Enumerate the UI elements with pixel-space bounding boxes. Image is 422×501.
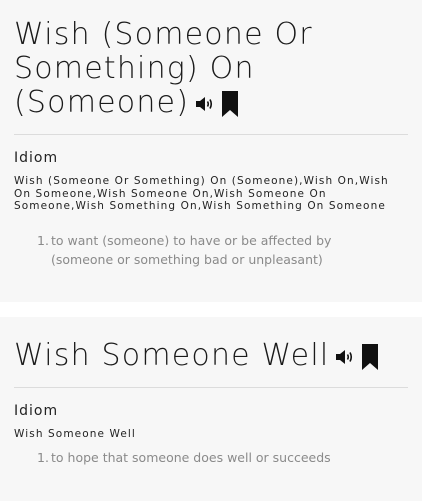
bookmark-icon[interactable]	[361, 343, 379, 370]
headword-text: Wish (Someone Or Something) On (Someone)	[14, 17, 313, 120]
divider	[14, 134, 408, 135]
entry-card: Wish (Someone Or Something) On (Someone)…	[0, 0, 422, 302]
part-of-speech-label: Idiom	[14, 403, 59, 419]
sense-item: 1. to want (someone) to have or be affec…	[37, 231, 392, 269]
variant-forms: Wish (Someone Or Something) On (Someone)…	[14, 175, 389, 212]
sense-number: 1.	[37, 450, 49, 465]
headword-block: Wish Someone Well	[14, 339, 408, 373]
headword-block: Wish (Someone Or Something) On (Someone)	[14, 18, 408, 120]
bookmark-icon[interactable]	[221, 90, 239, 117]
sense-number: 1.	[37, 233, 49, 248]
entry-headword: Wish (Someone Or Something) On (Someone)	[14, 18, 408, 120]
entry-headword: Wish Someone Well	[14, 339, 408, 373]
variant-forms: Wish Someone Well	[14, 428, 136, 440]
headword-text: Wish Someone Well	[14, 338, 330, 373]
entry-card: Wish Someone Well Idiom Wish Someone Wel…	[0, 317, 422, 501]
sense-definition: to want (someone) to have or be affected…	[51, 233, 332, 267]
divider	[14, 387, 408, 388]
sense-list: 1. to want (someone) to have or be affec…	[37, 231, 392, 269]
sense-definition: to hope that someone does well or succee…	[51, 450, 331, 465]
sense-list: 1. to hope that someone does well or suc…	[37, 448, 392, 467]
part-of-speech-label: Idiom	[14, 150, 59, 166]
sense-item: 1. to hope that someone does well or suc…	[37, 448, 392, 467]
speaker-icon[interactable]	[195, 96, 215, 112]
speaker-icon[interactable]	[335, 349, 355, 365]
